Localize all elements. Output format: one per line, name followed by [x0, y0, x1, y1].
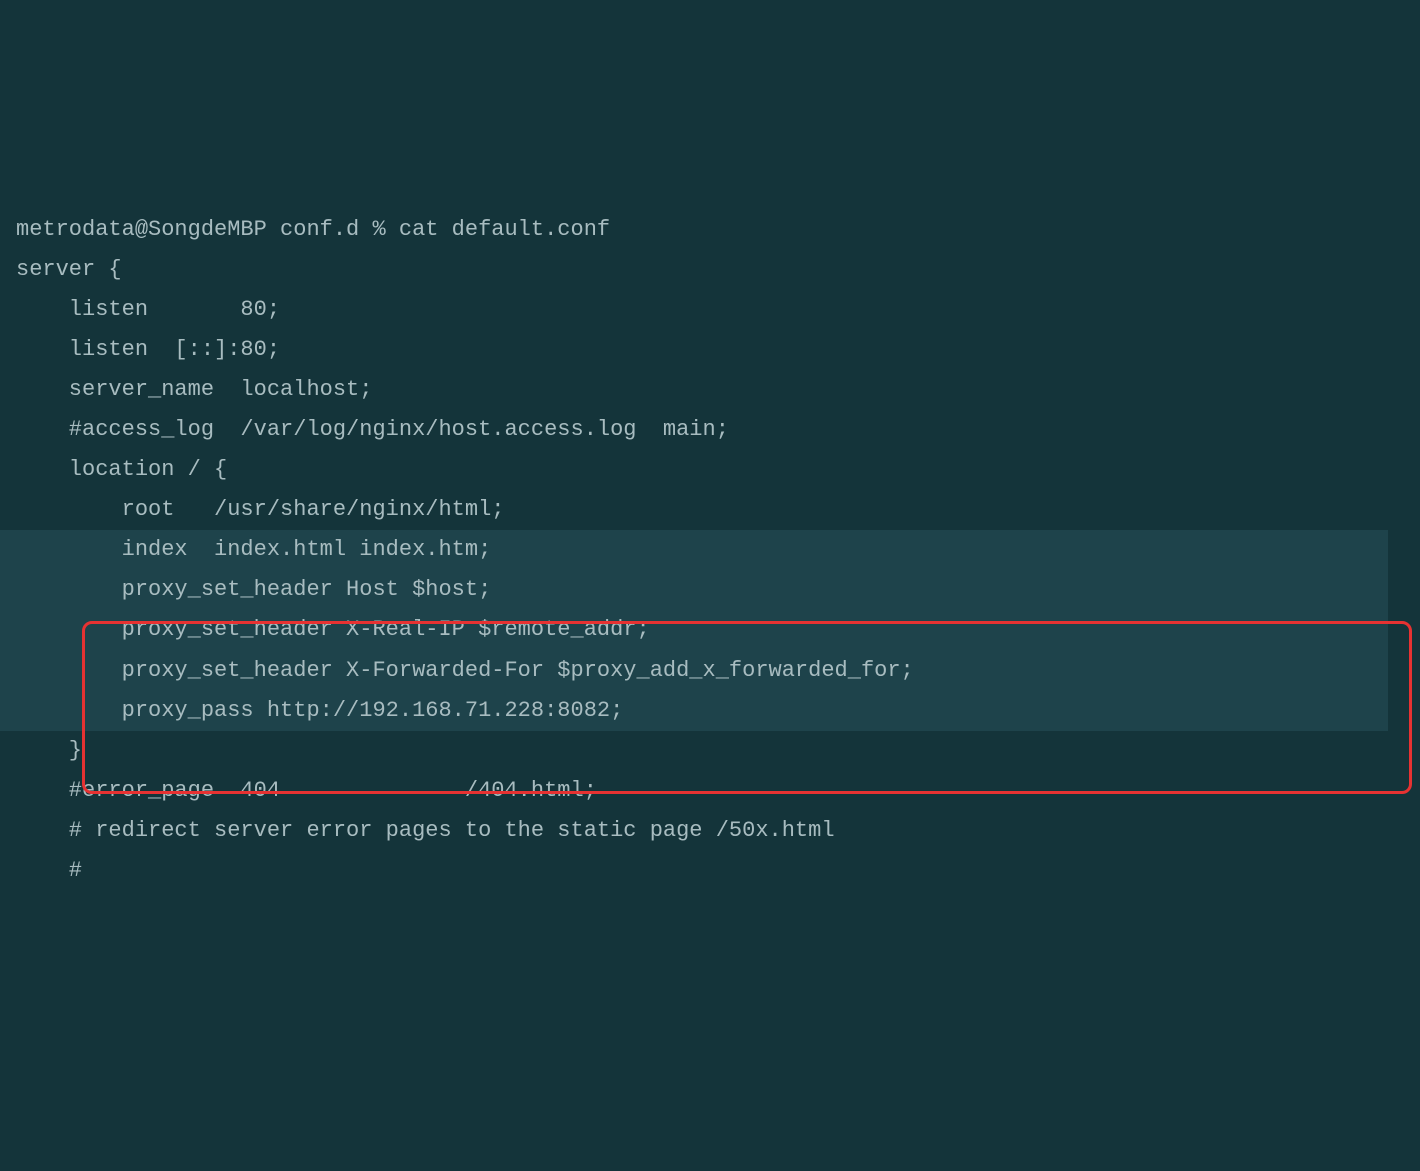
config-line: listen [::]:80; — [16, 330, 1404, 370]
config-line: server_name localhost; — [16, 370, 1404, 410]
config-line-highlighted: index index.html index.htm; — [0, 530, 1388, 570]
config-line: # — [16, 851, 1404, 891]
config-line: listen 80; — [16, 290, 1404, 330]
config-line: #access_log /var/log/nginx/host.access.l… — [16, 410, 1404, 450]
config-line-highlighted: proxy_set_header X-Forwarded-For $proxy_… — [0, 651, 1388, 691]
config-line: location / { — [16, 450, 1404, 490]
config-line-highlighted: proxy_set_header X-Real-IP $remote_addr; — [0, 610, 1388, 650]
config-line: server { — [16, 250, 1404, 290]
prompt-line: metrodata@SongdeMBP conf.d % cat default… — [16, 210, 1404, 250]
terminal-output: metrodata@SongdeMBP conf.d % cat default… — [16, 170, 1404, 971]
config-line-highlighted: proxy_set_header Host $host; — [0, 570, 1388, 610]
config-line: } — [16, 731, 1404, 771]
config-line: #error_page 404 /404.html; — [16, 771, 1404, 811]
config-line: root /usr/share/nginx/html; — [16, 490, 1404, 530]
config-line-highlighted: proxy_pass http://192.168.71.228:8082; — [0, 691, 1388, 731]
config-line: # redirect server error pages to the sta… — [16, 811, 1404, 851]
